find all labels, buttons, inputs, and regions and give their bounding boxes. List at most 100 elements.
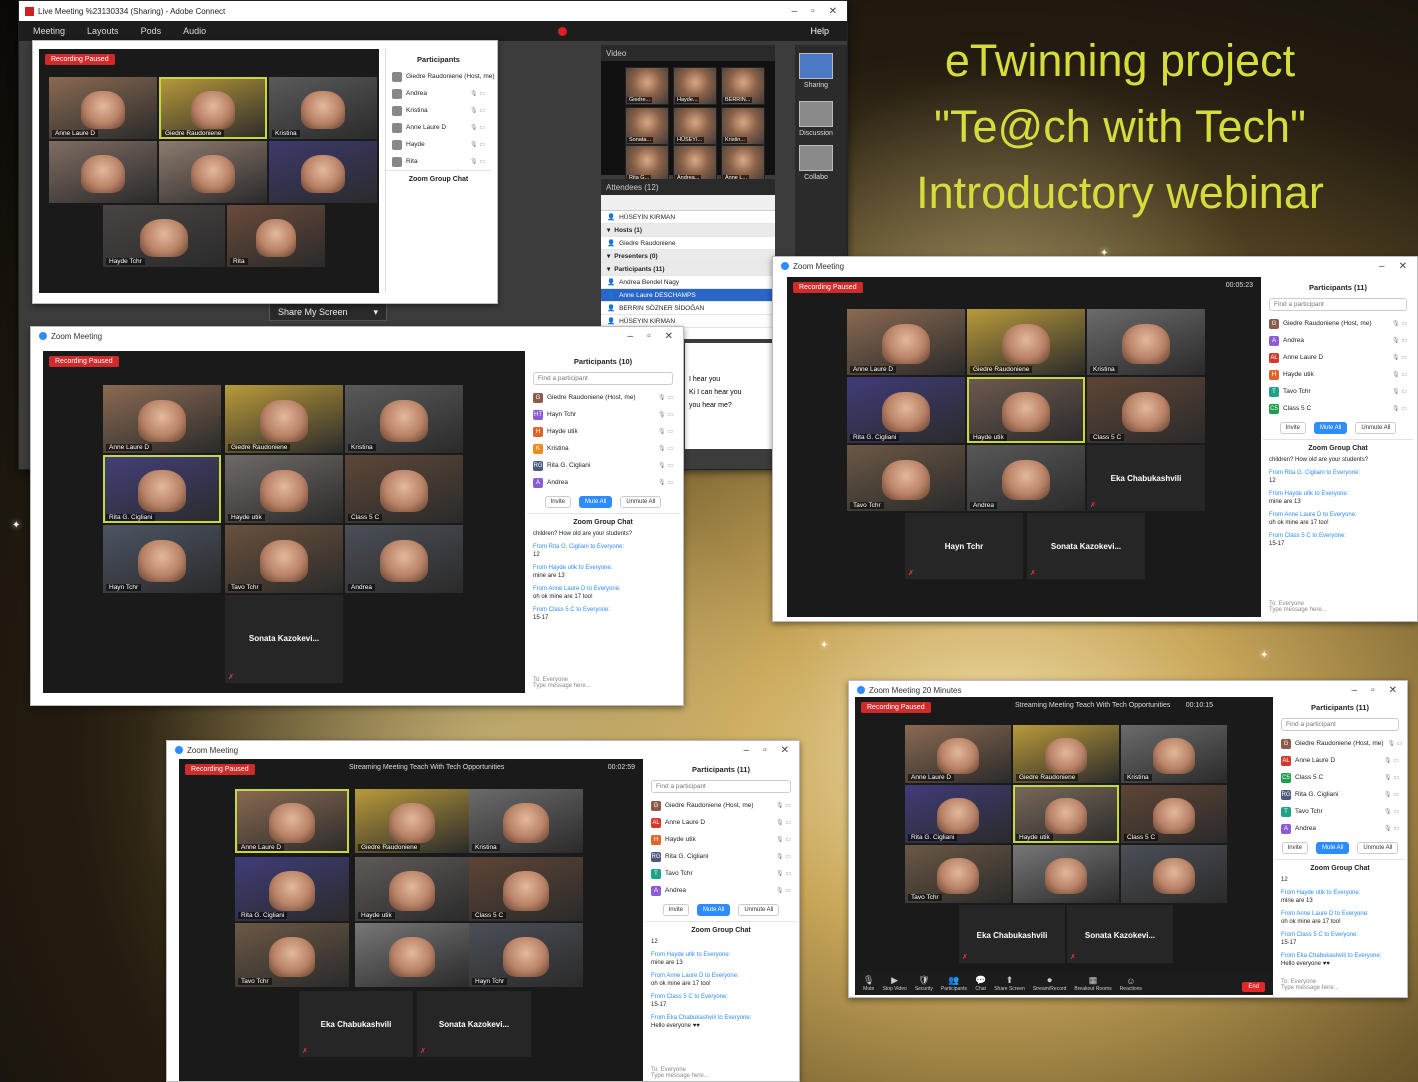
video-tile[interactable]: Tavo Tchr: [225, 525, 343, 593]
video-thumbnail[interactable]: Sonata...: [625, 107, 669, 145]
layout-discussion[interactable]: Discussion: [795, 101, 837, 137]
video-thumbnail[interactable]: BERRIN...: [721, 67, 765, 105]
reactions-button[interactable]: ☺ Reactions: [1120, 976, 1142, 992]
participant-row[interactable]: Hayde 🎙 ▭: [386, 136, 491, 153]
unmute-all-button[interactable]: Unmute All: [1355, 422, 1397, 434]
participant-row[interactable]: AL Anne Laure D 🎙 ▭: [1275, 752, 1405, 769]
close-icon[interactable]: ✕: [1399, 261, 1407, 272]
close-icon[interactable]: ✕: [1389, 685, 1397, 696]
attendees-toolbar[interactable]: [601, 195, 775, 211]
mic-camera-icon[interactable]: 🎙 ▭: [1392, 388, 1407, 395]
participant-row[interactable]: RG Rita G. Cigliani 🎙 ▭: [527, 457, 679, 474]
mic-camera-icon[interactable]: 🎙 ▭: [658, 445, 673, 452]
mic-camera-icon[interactable]: 🎙 ▭: [776, 870, 791, 877]
unmute-all-button[interactable]: Unmute All: [620, 496, 662, 508]
participant-row[interactable]: A Andrea 🎙 ▭: [527, 474, 679, 491]
chat-input[interactable]: Type message here...: [533, 683, 673, 689]
mic-camera-icon[interactable]: 🎙 ▭: [658, 411, 673, 418]
maximize-icon[interactable]: ▫: [647, 331, 651, 342]
video-tile-no-camera[interactable]: Hayn Tchr ✗: [905, 513, 1023, 579]
video-tile-no-camera[interactable]: Sonata Kazokevi... ✗: [225, 595, 343, 683]
close-icon[interactable]: ✕: [781, 745, 789, 756]
attendee-row[interactable]: 👤 Anne Laure DESCHAMPS: [601, 289, 775, 302]
video-tile[interactable]: Hayde utik: [225, 455, 343, 523]
video-tile[interactable]: Anne Laure D: [49, 77, 157, 139]
video-tile[interactable]: Rita: [227, 205, 325, 267]
video-tile[interactable]: Kristina: [269, 77, 377, 139]
video-tile[interactable]: [269, 141, 377, 203]
attendee-row[interactable]: 👤 Giedre Raudoniene: [601, 237, 775, 250]
video-tile[interactable]: Andrea: [345, 525, 463, 593]
video-tile[interactable]: Kristina: [1087, 309, 1205, 375]
invite-button[interactable]: Invite: [662, 904, 689, 916]
participant-row[interactable]: Giedre Raudoniene (Host, me)🎙 ▭: [386, 68, 495, 85]
breakout-rooms-button[interactable]: ▦ Breakout Rooms: [1074, 975, 1111, 992]
mic-camera-icon[interactable]: 🎙 ▭: [776, 887, 791, 894]
menu-meeting[interactable]: Meeting: [33, 26, 65, 36]
unmute-all-button[interactable]: Unmute All: [738, 904, 780, 916]
close-icon[interactable]: ✕: [829, 6, 837, 17]
participant-row[interactable]: G Giedre Raudoniene (Host, me) 🎙 ▭: [527, 389, 679, 406]
participant-row[interactable]: G Giedre Raudoniene (Host, me) 🎙 ▭: [1275, 735, 1405, 752]
participant-row[interactable]: Kristina 🎙 ▭: [386, 102, 491, 119]
find-participant-input[interactable]: Find a participant: [1281, 718, 1399, 731]
attendee-row[interactable]: 👤 HÜSEYİN KIRMAN: [601, 211, 775, 224]
video-tile[interactable]: Hayde utik: [355, 857, 469, 921]
video-tile[interactable]: Anne Laure D: [103, 385, 221, 453]
attendee-row[interactable]: 👤 Andrea Bendel Nagy: [601, 276, 775, 289]
chevron-down-icon[interactable]: ▾: [607, 226, 610, 234]
chat-input[interactable]: Type message here...: [1269, 607, 1407, 613]
attendee-row[interactable]: 👤 BERRIN SÖZNER SİDOĞAN: [601, 302, 775, 315]
participant-row[interactable]: A Andrea 🎙 ▭: [1263, 332, 1413, 349]
video-tile-no-camera[interactable]: Sonata Kazokevi... ✗: [1067, 905, 1173, 963]
mute-all-button[interactable]: Mute All: [578, 496, 613, 508]
chevron-down-icon[interactable]: ▾: [373, 307, 378, 318]
participant-row[interactable]: A Andrea 🎙 ▭: [1275, 820, 1405, 837]
layout-collaboration[interactable]: Collabo: [795, 145, 837, 181]
mic-camera-icon[interactable]: 🎙 ▭: [776, 819, 791, 826]
participant-row[interactable]: Anne Laure D 🎙 ▭: [386, 119, 491, 136]
mic-camera-icon[interactable]: 🎙 ▭: [776, 802, 791, 809]
mic-camera-icon[interactable]: 🎙 ▭: [1384, 791, 1399, 798]
mic-camera-icon[interactable]: 🎙 ▭: [1392, 371, 1407, 378]
video-tile[interactable]: Tavo Tchr: [847, 445, 965, 511]
participant-row[interactable]: T Tavo Tchr 🎙 ▭: [1275, 803, 1405, 820]
video-tile[interactable]: [355, 923, 469, 987]
video-tile[interactable]: Class 5 C: [469, 857, 583, 921]
participant-row[interactable]: Rita 🎙 ▭: [386, 153, 491, 170]
mute-all-button[interactable]: Mute All: [1315, 842, 1350, 854]
video-tile[interactable]: Class 5 C: [1121, 785, 1227, 843]
video-tile[interactable]: Giedre Raudoniene: [1013, 725, 1119, 783]
video-tile-no-camera[interactable]: Eka Chabukashvili ✗: [299, 991, 413, 1057]
minimize-icon[interactable]: –: [628, 331, 634, 342]
video-thumbnail[interactable]: HÜSEYI...: [673, 107, 717, 145]
mic-camera-icon[interactable]: 🎙 ▭: [470, 107, 485, 114]
video-tile[interactable]: Anne Laure D: [905, 725, 1011, 783]
find-participant-input[interactable]: Find a participant: [533, 372, 673, 385]
participant-row[interactable]: A Andrea 🎙 ▭: [645, 882, 797, 899]
mic-camera-icon[interactable]: 🎙 ▭: [1384, 757, 1399, 764]
minimize-icon[interactable]: –: [792, 6, 798, 17]
minimize-icon[interactable]: –: [744, 745, 750, 756]
video-tile[interactable]: Hayn Tchr: [469, 923, 583, 987]
share-screen-button[interactable]: ⬆ Share Screen: [994, 975, 1025, 992]
participant-row[interactable]: H Hayde utik 🎙 ▭: [1263, 366, 1413, 383]
video-tile[interactable]: Tavo Tchr: [905, 845, 1011, 903]
video-tile[interactable]: Hayde utik: [1013, 785, 1119, 843]
mic-camera-icon[interactable]: 🎙 ▭: [1388, 740, 1403, 747]
participant-row[interactable]: AL Anne Laure D 🎙 ▭: [1263, 349, 1413, 366]
video-tile[interactable]: Class 5 C: [1087, 377, 1205, 443]
maximize-icon[interactable]: ▫: [763, 745, 767, 756]
participant-row[interactable]: T Tavo Tchr 🎙 ▭: [645, 865, 797, 882]
mic-camera-icon[interactable]: 🎙 ▭: [1392, 405, 1407, 412]
mic-camera-icon[interactable]: 🎙 ▭: [776, 836, 791, 843]
invite-button[interactable]: Invite: [1279, 422, 1306, 434]
video-tile[interactable]: Hayde Tchr: [103, 205, 225, 267]
mute-all-button[interactable]: Mute All: [1313, 422, 1348, 434]
video-tile[interactable]: Rita G. Cigliani: [103, 455, 221, 523]
video-thumbnail[interactable]: Rita G...: [625, 145, 669, 183]
mic-camera-icon[interactable]: 🎙 ▭: [1392, 354, 1407, 361]
menu-audio[interactable]: Audio: [183, 26, 206, 36]
participant-row[interactable]: RG Rita G. Cigliani 🎙 ▭: [645, 848, 797, 865]
mute-button[interactable]: 🎙 Mute: [863, 975, 874, 992]
